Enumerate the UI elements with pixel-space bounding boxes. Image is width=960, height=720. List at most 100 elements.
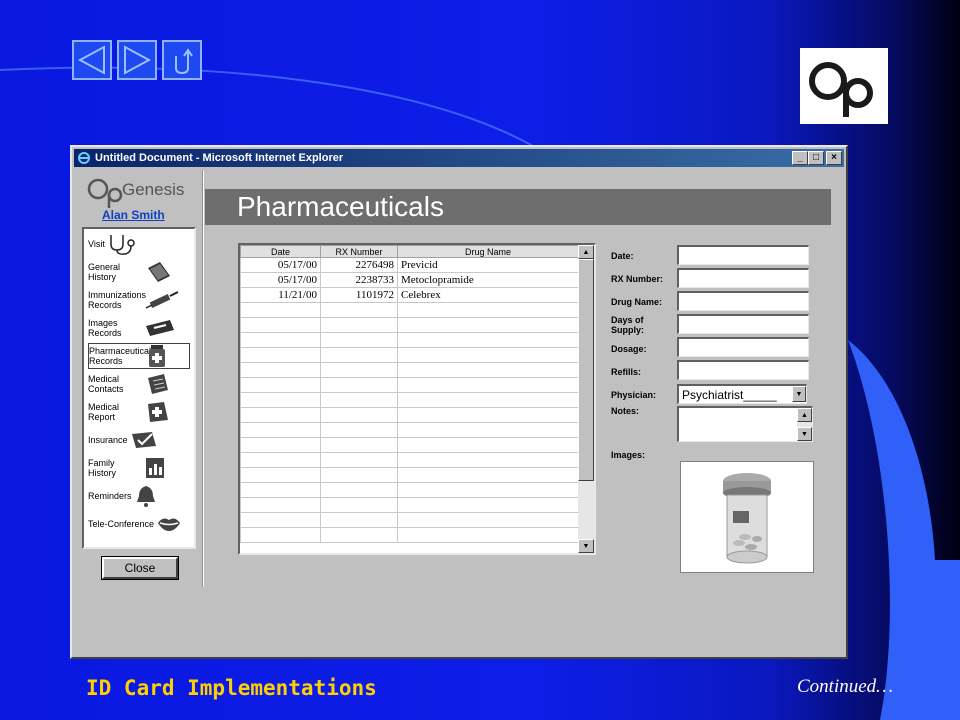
minimize-button[interactable]: _ [792,151,808,165]
date-field[interactable] [677,245,809,265]
table-row-empty[interactable] [240,377,579,393]
cell-empty [240,497,321,513]
table-row-empty[interactable] [240,347,579,363]
sidebar-item-immunizations[interactable]: Immunizations Records [88,287,190,313]
cell-date: 11/21/00 [240,287,321,303]
notes-scrollbar[interactable]: ▲ ▼ [797,408,812,441]
sidebar-item-label: Insurance [88,435,128,445]
maximize-button[interactable]: □ [808,151,824,165]
drug-name-field[interactable] [677,291,809,311]
table-row[interactable]: 11/21/00 1101972 Celebrex [240,287,579,303]
pill-bottle-image [723,473,771,564]
minimize-icon: _ [797,152,803,163]
close-button[interactable]: Close [101,556,179,580]
notes-field[interactable] [677,406,813,442]
rx-number-label: RX Number: [611,274,664,284]
contacts-card-icon [148,374,168,394]
column-header-drug-name[interactable]: Drug Name [397,245,579,258]
table-row-empty[interactable] [240,437,579,453]
forward-button[interactable] [117,40,157,80]
table-row-empty[interactable] [240,362,579,378]
sidebar-divider-highlight [203,171,204,587]
table-row-empty[interactable] [240,422,579,438]
back-button[interactable] [72,40,112,80]
continued-label: Continued… [797,676,894,697]
arrow-up-icon: ▲ [582,248,590,256]
table-row[interactable]: 05/17/00 2276498 Previcid [240,257,579,273]
browser-window: Untitled Document - Microsoft Internet E… [70,145,848,659]
table-row-empty[interactable] [240,512,579,528]
table-row-empty[interactable] [240,407,579,423]
table-row-empty[interactable] [240,452,579,468]
table-row[interactable]: 05/17/00 2238733 Metoclopramide [240,272,579,288]
close-window-button[interactable]: × [826,151,842,165]
table-header-row: Date RX Number Drug Name [240,245,579,258]
sidebar-item-medical-contacts[interactable]: Medical Contacts [88,371,190,397]
cell-empty [397,392,579,408]
insurance-card-icon [131,432,156,448]
cell-empty [240,377,321,393]
scroll-thumb[interactable] [578,259,594,481]
arrow-down-icon: ▼ [801,430,808,438]
slide-footer-title: ID Card Implementations [86,676,377,700]
table-row-empty[interactable] [240,482,579,498]
op-logo-icon [809,62,873,117]
notes-label: Notes: [611,406,640,416]
cell-date: 05/17/00 [240,257,321,273]
table-row-empty[interactable] [240,467,579,483]
pill-bottle-icon [149,345,165,367]
arrow-up-icon: ▲ [801,411,808,419]
prescription-image [680,461,814,573]
dosage-label: Dosage: [611,344,647,354]
physician-select[interactable]: Psychiatrist_____ ▼ [677,384,807,404]
sidebar-item-insurance[interactable]: Insurance [88,427,190,453]
column-header-date[interactable]: Date [240,245,321,258]
images-label: Images: [611,450,646,460]
sidebar-item-reminders[interactable]: Reminders [88,483,190,509]
user-name-link[interactable]: Alan Smith [102,208,165,222]
return-button[interactable] [162,40,202,80]
sidebar-item-general-history[interactable]: General History [88,259,190,285]
notes-scroll-down-button[interactable]: ▼ [797,427,812,441]
dosage-field[interactable] [677,337,809,357]
cell-empty [320,392,398,408]
notes-scroll-up-button[interactable]: ▲ [797,408,812,422]
physician-select-value: Psychiatrist_____ [682,387,777,402]
cell-drug-name: Previcid [397,257,579,273]
refills-label: Refills: [611,367,642,377]
cell-empty [320,317,398,333]
column-header-rx-number[interactable]: RX Number [320,245,398,258]
cell-empty [320,527,398,543]
table-row-empty[interactable] [240,332,579,348]
triangle-right-icon [124,45,152,75]
u-turn-icon [175,48,193,75]
scroll-up-button[interactable]: ▲ [578,245,594,259]
table-row-empty[interactable] [240,527,579,543]
table-row-empty[interactable] [240,392,579,408]
cell-empty [397,332,579,348]
cell-empty [397,422,579,438]
stethoscope-icon [110,235,135,255]
refills-field[interactable] [677,360,809,380]
sidebar-item-tele-conference[interactable]: Tele-Conference [88,511,190,537]
page-title: Pharmaceuticals [205,189,831,225]
cell-rx-number: 2238733 [320,272,398,288]
cell-empty [397,362,579,378]
sidebar-item-medical-report[interactable]: Medical Report [88,399,190,425]
cell-empty [320,497,398,513]
chevron-down-icon[interactable]: ▼ [792,386,806,402]
maximize-icon: □ [812,152,820,163]
table-row-empty[interactable] [240,302,579,318]
sidebar-item-visit[interactable]: Visit [88,231,190,257]
window-titlebar: Untitled Document - Microsoft Internet E… [74,149,844,167]
days-of-supply-field[interactable] [677,314,809,334]
rx-number-field[interactable] [677,268,809,288]
sidebar-item-family-history[interactable]: Family History [88,455,190,481]
table-scrollbar[interactable]: ▲ ▼ [578,245,594,553]
scroll-down-button[interactable]: ▼ [578,539,594,553]
sidebar-item-images[interactable]: Images Records [88,315,190,341]
table-row-empty[interactable] [240,497,579,513]
table-row-empty[interactable] [240,317,579,333]
sidebar-item-pharmaceuticals[interactable]: Pharmaceuticals Records [88,343,190,369]
sidebar-menu: Visit General History Immunizations Reco… [82,227,196,549]
